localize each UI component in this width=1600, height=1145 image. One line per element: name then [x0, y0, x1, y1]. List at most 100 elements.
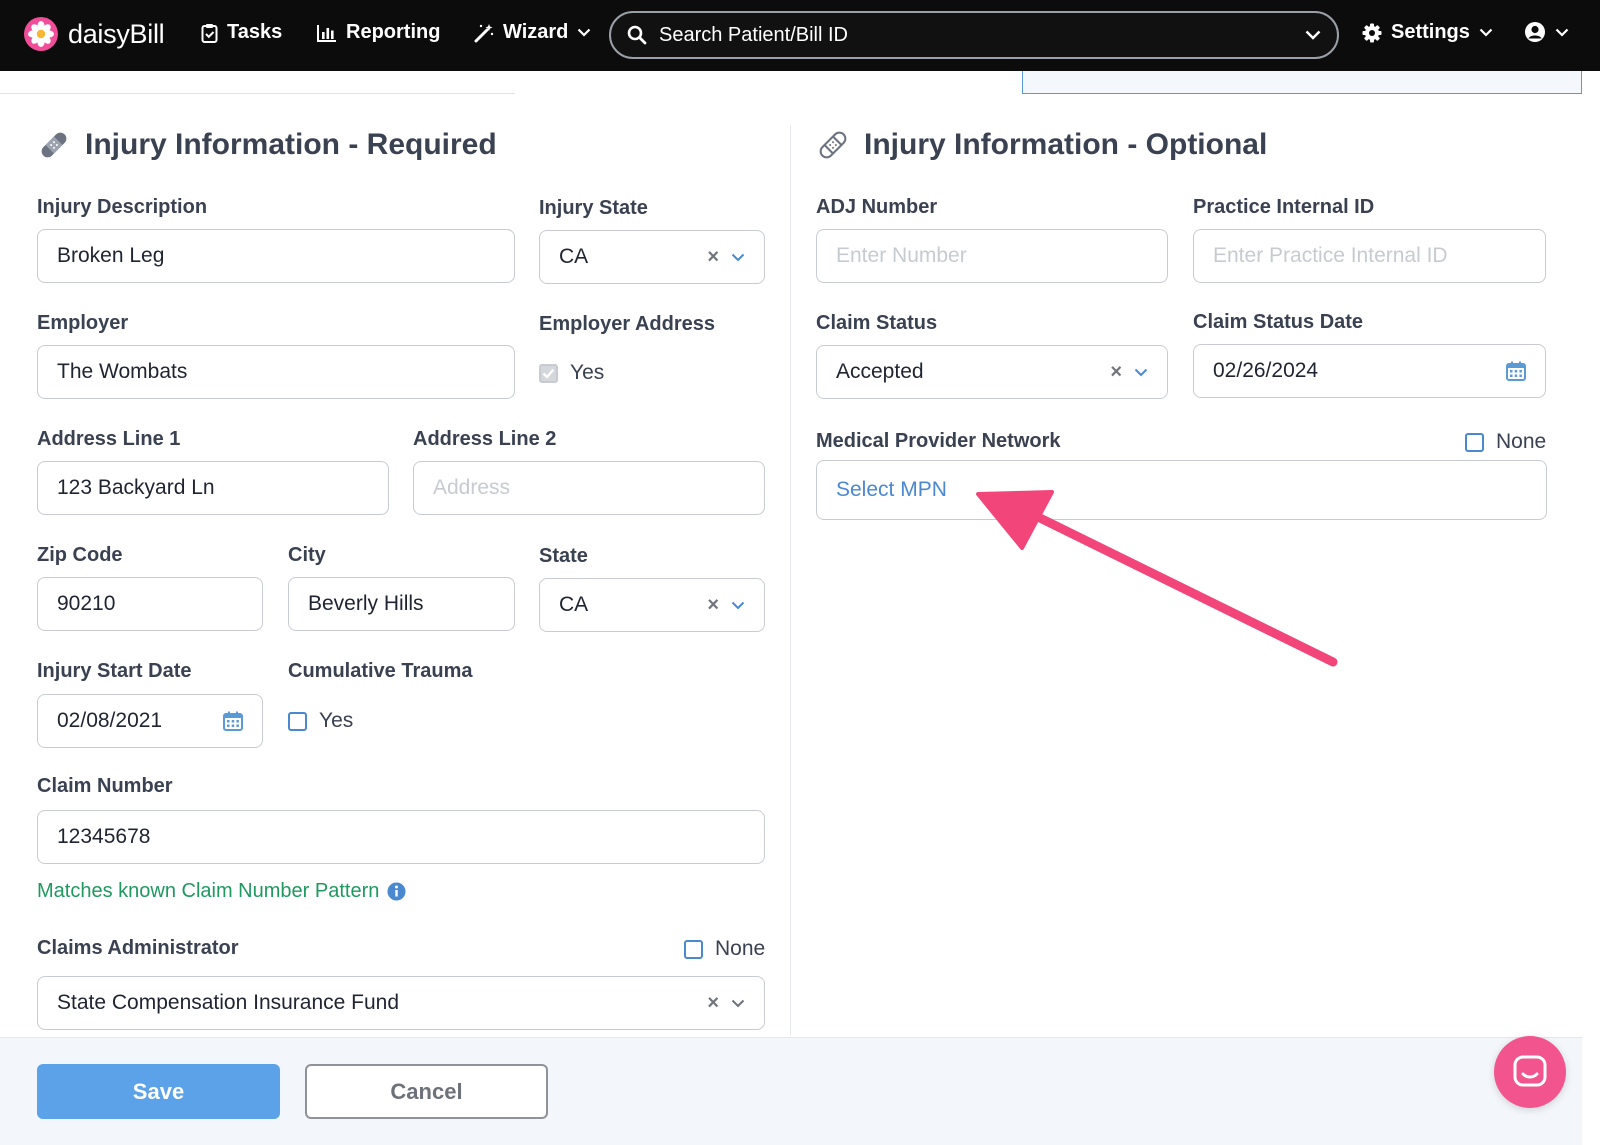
claims-administrator-none-checkbox[interactable] — [684, 939, 703, 959]
clear-icon[interactable]: × — [707, 594, 719, 617]
cumulative-trauma-checkbox-label: Yes — [319, 709, 354, 732]
injury-description-field[interactable]: Broken Leg — [37, 229, 515, 283]
required-section-heading: Injury Information - Required — [37, 128, 497, 162]
clear-icon[interactable]: × — [707, 992, 719, 1015]
chevron-down-icon — [578, 28, 591, 37]
clear-icon[interactable]: × — [1110, 361, 1122, 384]
claim-number-hint-text: Matches known Claim Number Pattern — [37, 880, 380, 902]
chevron-down-icon[interactable] — [1305, 30, 1321, 40]
injury-description-value: Broken Leg — [57, 244, 165, 267]
injury-state-select[interactable]: CA × — [539, 230, 765, 284]
clipboard-check-icon — [201, 23, 218, 43]
claim-status-select[interactable]: Accepted × — [816, 345, 1168, 399]
mpn-none-checkbox[interactable] — [1465, 432, 1484, 452]
injury-state-label: Injury State — [539, 197, 648, 219]
top-nav: daisyBill Tasks Reporting Wizard Search … — [0, 0, 1600, 71]
employer-address-checkbox[interactable] — [539, 363, 558, 383]
employer-field[interactable]: The Wombats — [37, 345, 515, 399]
address-line-1-value: 123 Backyard Ln — [57, 476, 215, 499]
state-value: CA — [559, 593, 589, 616]
injury-description-label: Injury Description — [37, 196, 208, 218]
claims-administrator-none-label: None — [715, 937, 766, 960]
practice-internal-id-label: Practice Internal ID — [1193, 196, 1375, 218]
required-section-title: Injury Information - Required — [85, 128, 497, 161]
address-line-1-label: Address Line 1 — [37, 428, 181, 450]
mpn-select[interactable]: Select MPN — [816, 460, 1547, 520]
info-icon[interactable] — [387, 882, 406, 901]
claim-status-label: Claim Status — [816, 312, 938, 334]
employer-address-checkbox-row[interactable]: Yes — [539, 361, 604, 385]
calendar-icon[interactable] — [1506, 361, 1526, 381]
mpn-none-row[interactable]: None — [1465, 430, 1546, 454]
nav-tasks[interactable]: Tasks — [201, 21, 282, 44]
user-menu[interactable] — [1524, 21, 1569, 43]
mpn-placeholder: Select MPN — [836, 478, 947, 501]
gear-icon — [1362, 23, 1382, 42]
practice-internal-id-field[interactable]: Enter Practice Internal ID — [1193, 229, 1546, 283]
chevron-down-icon — [1479, 28, 1493, 37]
zip-code-label: Zip Code — [37, 544, 123, 566]
search-input[interactable] — [659, 23, 1293, 47]
calendar-icon[interactable] — [223, 711, 243, 731]
zip-code-field[interactable]: 90210 — [37, 577, 263, 631]
optional-section-title: Injury Information - Optional — [864, 128, 1268, 161]
nav-wizard-label: Wizard — [503, 21, 569, 43]
cancel-button[interactable]: Cancel — [305, 1064, 548, 1119]
cumulative-trauma-checkbox-row[interactable]: Yes — [288, 709, 353, 733]
nav-reporting[interactable]: Reporting — [317, 21, 440, 44]
zip-code-value: 90210 — [57, 592, 116, 615]
claims-administrator-select[interactable]: State Compensation Insurance Fund × — [37, 976, 765, 1030]
chevron-down-icon[interactable] — [1134, 368, 1148, 377]
nav-tasks-label: Tasks — [227, 21, 283, 43]
claims-administrator-value: State Compensation Insurance Fund — [57, 991, 400, 1014]
tab-strip — [0, 71, 1600, 95]
claim-number-field[interactable]: 12345678 — [37, 810, 765, 864]
adj-number-placeholder: Enter Number — [836, 244, 967, 267]
column-divider — [790, 125, 791, 1035]
chevron-down-icon — [1555, 28, 1569, 37]
employer-label: Employer — [37, 312, 129, 334]
checkmark-icon — [542, 368, 555, 379]
tab-inactive[interactable] — [0, 71, 515, 94]
bar-chart-icon — [317, 24, 336, 42]
cumulative-trauma-checkbox[interactable] — [288, 711, 307, 731]
nav-settings-label: Settings — [1391, 21, 1470, 43]
chat-launcher-button[interactable] — [1494, 1036, 1566, 1108]
nav-wizard[interactable]: Wizard — [474, 21, 591, 44]
employer-address-checkbox-label: Yes — [570, 361, 605, 384]
tab-active[interactable] — [1022, 71, 1582, 94]
cumulative-trauma-label: Cumulative Trauma — [288, 660, 473, 682]
injury-state-value: CA — [559, 245, 589, 268]
chevron-down-icon[interactable] — [731, 601, 745, 610]
search-icon — [627, 25, 647, 45]
adj-number-field[interactable]: Enter Number — [816, 229, 1168, 283]
chevron-down-icon[interactable] — [731, 253, 745, 262]
claim-status-date-label: Claim Status Date — [1193, 311, 1364, 333]
employer-value: The Wombats — [57, 360, 188, 383]
clear-icon[interactable]: × — [707, 246, 719, 269]
claim-status-value: Accepted — [836, 360, 924, 383]
user-circle-icon — [1525, 22, 1545, 42]
city-label: City — [288, 544, 326, 566]
injury-start-date-field[interactable]: 02/08/2021 — [37, 694, 263, 748]
patient-search-box[interactable] — [609, 11, 1339, 59]
address-line-1-field[interactable]: 123 Backyard Ln — [37, 461, 389, 515]
address-line-2-label: Address Line 2 — [413, 428, 557, 450]
save-button[interactable]: Save — [37, 1064, 280, 1119]
claims-administrator-label: Claims Administrator — [37, 937, 239, 959]
bandage-icon — [41, 132, 67, 158]
city-field[interactable]: Beverly Hills — [288, 577, 515, 631]
bandage-outline-icon — [819, 131, 847, 159]
nav-settings[interactable]: Settings — [1362, 21, 1493, 44]
claim-status-date-field[interactable]: 02/26/2024 — [1193, 344, 1546, 398]
employer-address-label: Employer Address — [539, 313, 715, 335]
address-line-2-placeholder: Address — [433, 476, 511, 499]
address-line-2-field[interactable]: Address — [413, 461, 765, 515]
injury-start-date-label: Injury Start Date — [37, 660, 192, 682]
brand-name: daisyBill — [68, 18, 165, 49]
state-select[interactable]: CA × — [539, 578, 765, 632]
annotation-arrow — [976, 490, 1338, 667]
brand-logo[interactable]: daisyBill — [24, 17, 165, 51]
claims-administrator-none-row[interactable]: None — [684, 937, 765, 961]
chevron-down-icon[interactable] — [731, 999, 745, 1008]
